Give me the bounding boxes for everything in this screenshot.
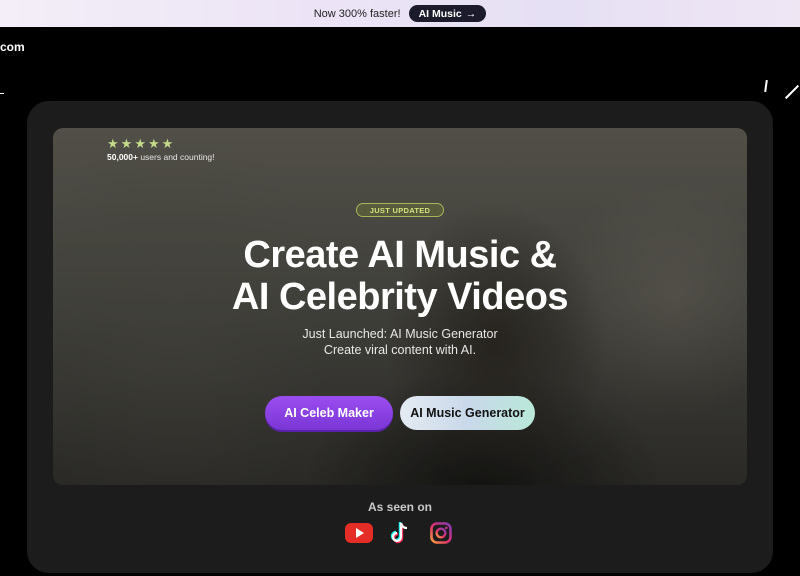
site-logo-text[interactable]: com [0, 40, 25, 54]
ai-music-generator-button[interactable]: AI Music Generator [400, 396, 535, 430]
rating-stars: ★ ★ ★ ★ ★ [107, 137, 173, 150]
sparkle-line [0, 93, 4, 94]
hero-headline: Create AI Music & AI Celebrity Videos [53, 234, 747, 318]
tiktok-icon[interactable] [386, 521, 414, 545]
sparkle-line [764, 79, 768, 93]
subheadline-line-2: Create viral content with AI. [323, 343, 477, 357]
star-icon: ★ [107, 136, 119, 151]
banner-pill-label: AI Music [418, 7, 462, 20]
social-logos [345, 520, 455, 546]
users-count: 50,000+ [107, 152, 138, 162]
star-icon: ★ [161, 136, 174, 151]
subheadline-line-1: Just Launched: AI Music Generator [302, 327, 498, 341]
star-icon: ★ [134, 136, 146, 151]
ai-celeb-maker-button[interactable]: AI Celeb Maker [265, 396, 393, 430]
arrow-right-icon: → [465, 7, 477, 20]
headline-line-2: AI Celebrity Videos [231, 276, 569, 318]
sparkle-line [784, 84, 800, 100]
star-icon: ★ [120, 136, 133, 151]
youtube-icon[interactable] [345, 521, 373, 545]
ai-music-banner-button[interactable]: AI Music → [408, 5, 487, 22]
star-icon: ★ [147, 136, 160, 151]
banner-text: Now 300% faster! [313, 7, 401, 20]
users-suffix: users and counting! [137, 152, 215, 162]
headline-line-1: Create AI Music & [243, 234, 557, 276]
instagram-icon[interactable] [427, 521, 455, 545]
just-updated-badge: JUST UPDATED [356, 203, 444, 217]
hero-subheadline: Just Launched: AI Music Generator Create… [53, 326, 747, 358]
users-count-text: 50,000+ users and counting! [107, 152, 215, 162]
announcement-banner: Now 300% faster! AI Music → [0, 0, 800, 27]
as-seen-on-label: As seen on [367, 500, 433, 514]
hero-video-background: ★ ★ ★ ★ ★ 50,000+ users and counting! JU… [53, 128, 747, 485]
